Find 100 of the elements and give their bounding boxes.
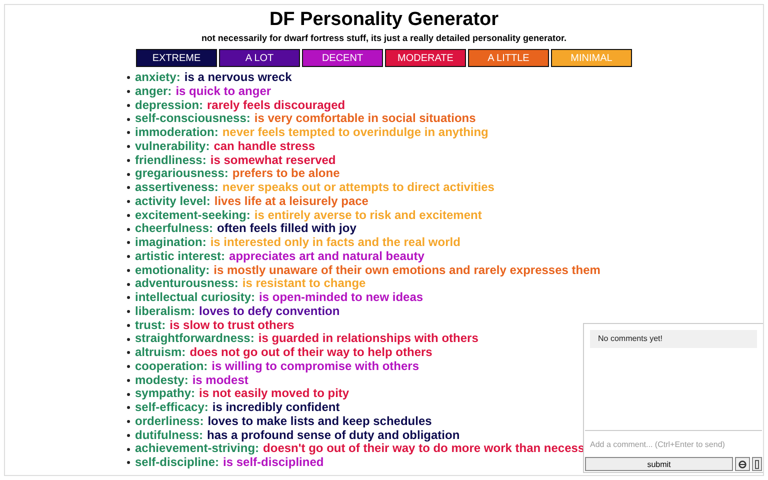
trait-name: dutifulness: — [135, 428, 203, 442]
bullet-icon — [127, 186, 130, 190]
trait-name: intellectual curiosity: — [135, 291, 256, 305]
legend-key: EXTREME — [136, 49, 217, 67]
trait-name: emotionality: — [135, 264, 210, 278]
trait-name: liberalism: — [135, 304, 196, 318]
trait-name: gregariousness: — [135, 167, 228, 181]
trait-value: is resistant to change — [242, 277, 366, 291]
bullet-icon — [127, 145, 130, 148]
bullet-icon — [127, 406, 130, 410]
bullet-icon — [127, 365, 130, 368]
trait-value: is mostly unaware of their own emotions and rarely expresses them — [214, 264, 600, 278]
trait-name: friendliness: — [135, 154, 206, 168]
bullet-icon — [127, 378, 130, 382]
legend-key: A LITTLE — [468, 49, 549, 67]
trait-value: can handle stress — [214, 140, 316, 154]
trait-name: straightforwardness: — [135, 332, 254, 346]
bullet-icon — [127, 118, 130, 121]
trait-name: artistic interest: — [135, 250, 226, 264]
trait-value: is guarded in relationships with others — [258, 332, 478, 346]
trait-name: activity level: — [135, 194, 210, 208]
bullet-icon — [127, 338, 130, 341]
settings-button[interactable] — [735, 457, 750, 471]
trait-value: is modest — [192, 374, 248, 388]
trait-value: loves to defy convention — [199, 304, 340, 318]
bar-icon — [755, 460, 759, 468]
bullet-icon — [127, 241, 130, 244]
trait-value: is slow to trust others — [170, 318, 294, 332]
bullet-icon — [127, 214, 130, 217]
toggle-button[interactable] — [752, 457, 762, 471]
bullet-icon — [127, 104, 130, 107]
trait-value: is very comfortable in social situations — [254, 112, 476, 126]
trait-value: is a nervous wreck — [184, 71, 292, 85]
trait-value: lives life at a leisurely pace — [214, 194, 368, 208]
trait-name: anxiety: — [135, 71, 180, 85]
trait-name: orderliness: — [135, 414, 204, 428]
bullet-icon — [127, 392, 130, 396]
trait-name: trust: — [135, 318, 166, 332]
bullet-icon — [127, 310, 130, 314]
trait-name: imagination: — [135, 236, 206, 250]
trait-name: altruism: — [135, 346, 186, 360]
bullet-icon — [127, 296, 130, 300]
legend-key: MODERATE — [385, 49, 466, 67]
trait-value: is incredibly confident — [212, 401, 340, 415]
trait-name: anger: — [135, 84, 172, 98]
trait-name: cooperation: — [135, 360, 208, 374]
page-title: DF Personality Generator — [268, 8, 500, 32]
trait-value: never feels tempted to overindulge in anything — [222, 126, 488, 140]
bullet-icon — [127, 76, 130, 80]
trait-name: self-efficacy: — [135, 401, 208, 415]
bullet-icon — [127, 434, 130, 437]
trait-value: has a profound sense of duty and obligation — [207, 428, 460, 442]
trait-name: sympathy: — [135, 387, 196, 401]
bullet-icon — [127, 131, 130, 134]
trait-name: excitement-seeking: — [135, 208, 250, 222]
trait-value: often feels filled with joy — [217, 222, 356, 236]
legend-key: A LOT — [219, 49, 300, 67]
legend-key: MINIMAL — [551, 49, 632, 67]
bullet-icon — [127, 90, 130, 94]
trait-value: prefers to be alone — [232, 167, 340, 181]
empty-message: No comments yet! — [590, 330, 757, 348]
trait-value: is interested only in facts and the real world — [210, 236, 460, 250]
bullet-icon — [127, 255, 130, 258]
trait-name: achievement-striving: — [135, 442, 260, 456]
trait-name: adventurousness: — [135, 277, 238, 291]
trait-value: appreciates art and natural beauty — [229, 250, 424, 264]
trait-name: modesty: — [135, 374, 188, 388]
bullet-icon — [127, 420, 130, 424]
trait-name: vulnerability: — [135, 140, 210, 154]
bullet-icon — [127, 351, 130, 354]
trait-value: is somewhat reserved — [210, 154, 336, 168]
bullet-icon — [127, 172, 130, 176]
trait-value: rarely feels discouraged — [207, 98, 346, 112]
subtitle: not necessarily for dwarf fortress stuff, its just a really detailed personality generator. — [200, 32, 568, 44]
bullet-icon — [127, 200, 130, 204]
bullet-icon — [127, 282, 130, 286]
trait-value: is willing to compromise with others — [212, 360, 420, 374]
trait-value: doesn't go out of their way to do more work than necess — [263, 442, 585, 456]
trait-name: assertiveness: — [135, 181, 218, 195]
trait-value: never speaks out or attempts to direct activities — [222, 181, 494, 195]
trait-value: loves to make lists and keep schedules — [208, 414, 432, 428]
trait-value: does not go out of their way to help others — [190, 346, 432, 360]
trait-name: self-consciousness: — [135, 112, 250, 126]
legend-key: DECENT — [302, 49, 383, 67]
trait-name: cheerfulness: — [135, 222, 214, 236]
trait-name: depression: — [135, 98, 204, 112]
bullet-icon — [127, 158, 130, 162]
trait-name: immoderation: — [135, 126, 218, 140]
trait-value: is self-disciplined — [223, 456, 324, 470]
bullet-icon — [127, 228, 130, 231]
submit-button[interactable]: submit — [585, 457, 733, 471]
trait-value: is not easily moved to pity — [199, 387, 350, 401]
bullet-icon — [127, 448, 130, 451]
bullet-icon — [127, 268, 130, 272]
trait-name: self-discipline: — [135, 456, 220, 470]
bullet-icon — [127, 324, 130, 327]
trait-value: is quick to anger — [176, 84, 272, 98]
bullet-icon — [127, 461, 130, 464]
trait-value: is open-minded to new ideas — [259, 291, 424, 305]
trait-value: is entirely averse to risk and excitement — [254, 208, 482, 222]
